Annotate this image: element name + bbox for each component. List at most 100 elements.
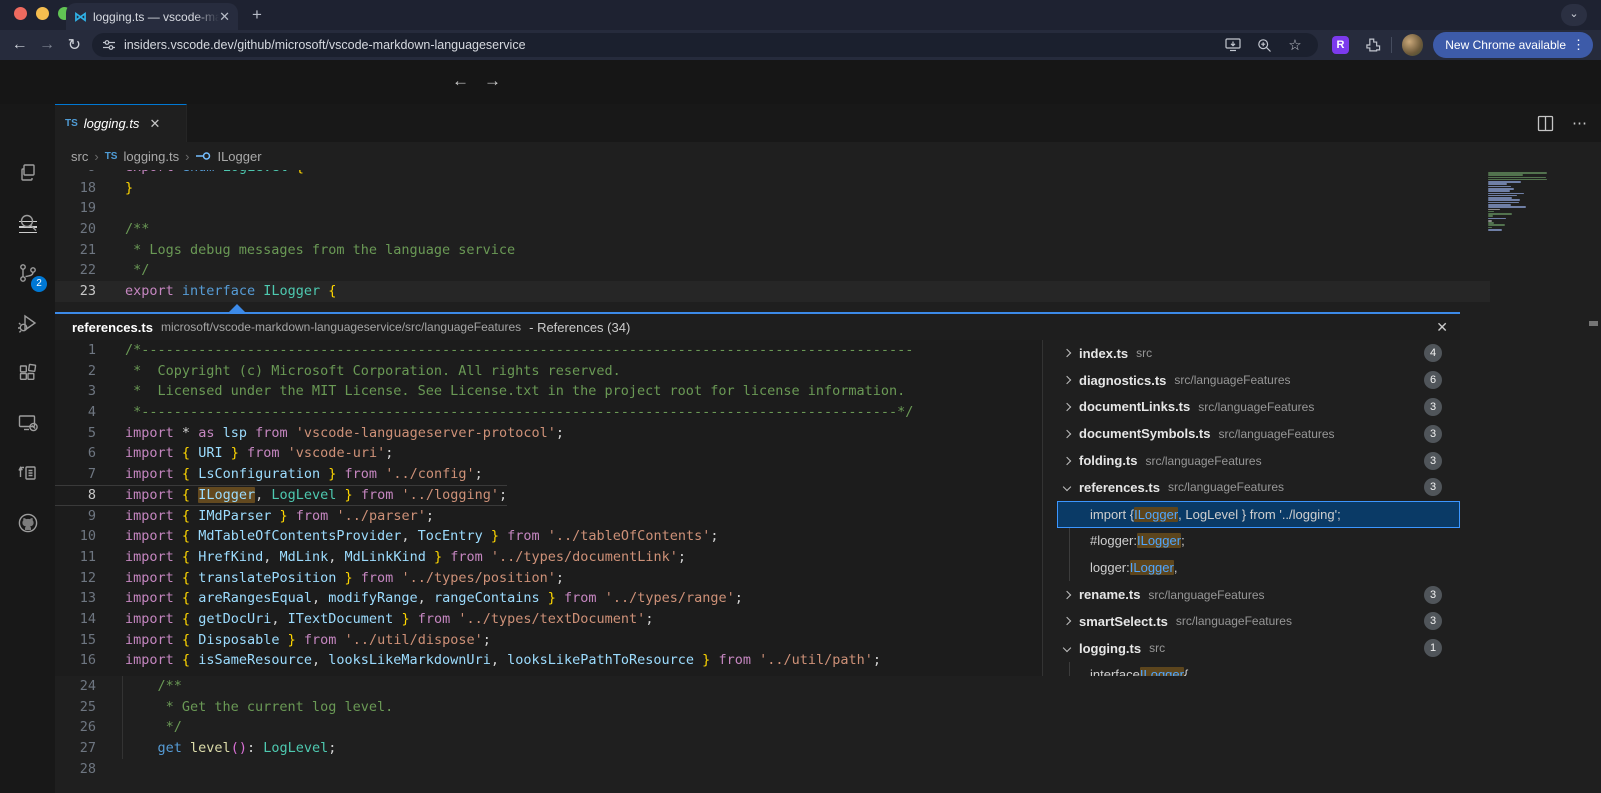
code-line[interactable]: 21 * Logs debug messages from the langua… <box>55 240 1490 261</box>
chevron-right-icon[interactable] <box>1061 458 1077 464</box>
line-number: 20 <box>55 219 96 240</box>
file-name: diagnostics.ts <box>1079 373 1166 388</box>
code-line[interactable]: 27 get level(): LogLevel; <box>55 738 1490 759</box>
code-line[interactable]: 18} <box>55 178 1490 199</box>
tree-file-row[interactable]: documentLinks.tssrc/languageFeatures3 <box>1057 394 1460 421</box>
code-line[interactable]: 15import { Disposable } from '../util/di… <box>55 630 1042 651</box>
reference-count-badge: 6 <box>1424 371 1442 389</box>
file-path: src/languageFeatures <box>1218 427 1334 441</box>
source-control-icon[interactable]: 2 <box>0 248 55 298</box>
code-line[interactable]: 9import { IMdParser } from '../parser'; <box>55 506 1042 527</box>
tab-logging-ts[interactable]: TS logging.ts ✕ <box>55 104 187 142</box>
code-line[interactable]: 5import * as lsp from 'vscode-languagese… <box>55 423 1042 444</box>
run-debug-icon[interactable] <box>0 298 55 348</box>
github-pull-request-icon[interactable] <box>0 448 55 498</box>
code-line[interactable]: 26 */ <box>55 717 1490 738</box>
code-line[interactable]: 14import { getDocUri, ITextDocument } fr… <box>55 609 1042 630</box>
extensions-puzzle-icon[interactable] <box>1363 36 1381 54</box>
tree-file-row[interactable]: diagnostics.tssrc/languageFeatures6 <box>1057 367 1460 394</box>
code-line[interactable]: 11import { HrefKind, MdLink, MdLinkKind … <box>55 547 1042 568</box>
chevron-right-icon[interactable] <box>1061 431 1077 437</box>
file-path: src/languageFeatures <box>1146 454 1262 468</box>
tree-file-row[interactable]: rename.tssrc/languageFeatures3 <box>1057 581 1460 608</box>
minimap[interactable] <box>1488 172 1552 234</box>
site-settings-icon[interactable] <box>102 38 116 52</box>
explorer-icon[interactable] <box>0 148 55 198</box>
profile-avatar[interactable] <box>1402 34 1423 56</box>
tree-reference-row[interactable]: logger: ILogger, <box>1057 554 1460 581</box>
editor-code-top[interactable]: 9export enum LogLevel {18}1920/**21 * Lo… <box>55 170 1490 312</box>
address-bar[interactable]: insiders.vscode.dev/github/microsoft/vsc… <box>92 33 1318 57</box>
code-line[interactable]: 20/** <box>55 219 1490 240</box>
new-chrome-button[interactable]: New Chrome available ⋮ <box>1433 32 1593 58</box>
code-line[interactable]: 3 * Licensed under the MIT License. See … <box>55 381 1042 402</box>
file-path: src/languageFeatures <box>1176 614 1292 628</box>
tree-reference-row[interactable]: #logger: ILogger; <box>1057 528 1460 555</box>
tree-file-row[interactable]: index.tssrc4 <box>1057 340 1460 367</box>
chevron-right-icon[interactable] <box>1061 404 1077 410</box>
chevron-down-icon[interactable] <box>1061 645 1077 651</box>
code-line[interactable]: 6import { URI } from 'vscode-uri'; <box>55 443 1042 464</box>
chevron-right-icon[interactable] <box>1061 618 1077 624</box>
install-app-icon[interactable] <box>1225 38 1241 52</box>
chevron-right-icon[interactable] <box>1061 377 1077 383</box>
code-line[interactable]: 19 <box>55 198 1490 219</box>
breadcrumb-file[interactable]: logging.ts <box>123 149 179 164</box>
editor-code-bottom[interactable]: 24 /**25 * Get the current log level.26 … <box>55 676 1490 793</box>
browser-menu-icon[interactable]: ⋮ <box>1572 37 1585 53</box>
minimize-window-button[interactable] <box>36 7 49 20</box>
line-number: 25 <box>55 697 96 718</box>
code-line[interactable]: 28 <box>55 759 1490 780</box>
code-line[interactable]: 4 *-------------------------------------… <box>55 402 1042 423</box>
zoom-icon[interactable] <box>1257 38 1272 53</box>
code-line[interactable]: 7import { LsConfiguration } from '../con… <box>55 464 1042 485</box>
code-line[interactable]: 23export interface ILogger { <box>55 281 1490 302</box>
split-editor-icon[interactable] <box>1537 115 1554 132</box>
tree-file-row[interactable]: smartSelect.tssrc/languageFeatures3 <box>1057 608 1460 635</box>
more-actions-icon[interactable]: ⋯ <box>1572 114 1587 132</box>
code-line[interactable]: 9export enum LogLevel { <box>55 170 1490 178</box>
tree-reference-row-selected[interactable]: import { ILogger, LogLevel } from '../lo… <box>1057 501 1460 528</box>
tree-file-row[interactable]: documentSymbols.tssrc/languageFeatures3 <box>1057 420 1460 447</box>
code-line[interactable]: 2 * Copyright (c) Microsoft Corporation.… <box>55 361 1042 382</box>
breadcrumb-symbol[interactable]: ILogger <box>217 149 261 164</box>
code-line[interactable]: 12import { translatePosition } from '../… <box>55 568 1042 589</box>
file-path: src/languageFeatures <box>1168 480 1284 494</box>
remote-explorer-icon[interactable] <box>0 398 55 448</box>
new-tab-button[interactable]: + <box>252 5 262 25</box>
vscode-forward-icon[interactable]: → <box>484 71 501 91</box>
tree-file-row[interactable]: folding.tssrc/languageFeatures3 <box>1057 447 1460 474</box>
close-window-button[interactable] <box>14 7 27 20</box>
code-line[interactable]: 10import { MdTableOfContentsProvider, To… <box>55 526 1042 547</box>
chevron-right-icon[interactable] <box>1061 592 1077 598</box>
extensions-icon[interactable] <box>0 348 55 398</box>
code-line[interactable]: 8import { ILogger, LogLevel } from '../l… <box>55 485 1042 506</box>
reload-icon[interactable]: ↻ <box>61 35 88 55</box>
search-icon[interactable] <box>0 198 55 248</box>
github-icon[interactable] <box>0 498 55 548</box>
browser-tab[interactable]: ⋈ logging.ts — vscode-markdow ✕ <box>66 3 238 30</box>
peek-code-editor[interactable]: 1/*-------------------------------------… <box>55 340 1042 676</box>
tab-close-icon[interactable]: ✕ <box>219 9 230 25</box>
code-line[interactable]: 24 /** <box>55 676 1490 697</box>
code-line[interactable]: 16import { isSameResource, looksLikeMark… <box>55 650 1042 671</box>
tab-search-button[interactable]: ⌄ <box>1561 4 1587 26</box>
code-line[interactable]: 13import { areRangesEqual, modifyRange, … <box>55 588 1042 609</box>
reference-count-badge: 3 <box>1424 452 1442 470</box>
extension-r-icon[interactable]: R <box>1332 36 1350 54</box>
tree-reference-row[interactable]: interface ILogger { <box>1057 662 1460 676</box>
tab-close-icon[interactable]: ✕ <box>149 116 160 132</box>
bookmark-star-icon[interactable]: ☆ <box>1288 36 1301 54</box>
vscode-back-icon[interactable]: ← <box>452 71 469 91</box>
tree-file-row[interactable]: references.tssrc/languageFeatures3 <box>1057 474 1460 501</box>
chevron-right-icon[interactable] <box>1061 350 1077 356</box>
code-line[interactable]: 22 */ <box>55 260 1490 281</box>
code-line[interactable]: 1/*-------------------------------------… <box>55 340 1042 361</box>
back-icon[interactable]: ← <box>6 36 33 54</box>
breadcrumb-src[interactable]: src <box>71 149 88 164</box>
tree-file-row[interactable]: logging.tssrc1 <box>1057 635 1460 662</box>
forward-icon[interactable]: → <box>33 36 60 54</box>
code-line[interactable]: 25 * Get the current log level. <box>55 697 1490 718</box>
chevron-down-icon[interactable] <box>1061 484 1077 490</box>
close-icon[interactable]: ✕ <box>1436 319 1448 336</box>
